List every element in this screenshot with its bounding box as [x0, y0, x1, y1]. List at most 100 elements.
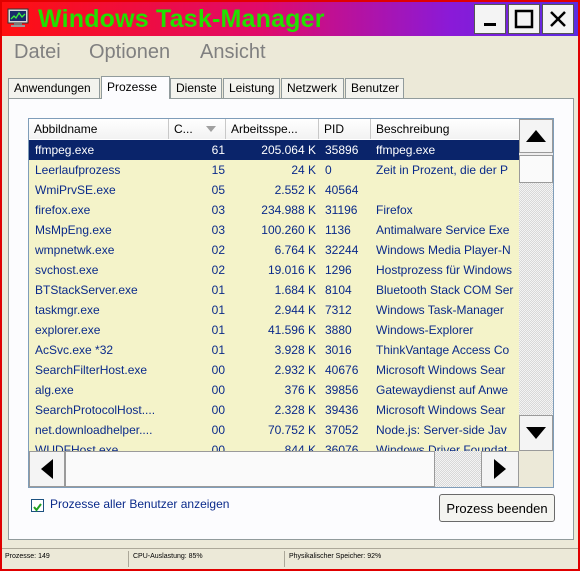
- process-row[interactable]: SearchFilterHost.exe 00 2.932 K 40676 Micros…: [29, 360, 519, 380]
- vertical-scrollbar[interactable]: [519, 119, 553, 451]
- process-pid: 3880: [325, 323, 352, 337]
- process-row[interactable]: BTStackServer.exe 01 1.684 K 8104 Bluetooth …: [29, 280, 519, 300]
- process-cpu: 03: [211, 223, 225, 237]
- process-cpu: 02: [211, 243, 225, 257]
- process-row[interactable]: ffmpeg.exe 61 205.064 K 35896 ffmpeg.exe: [29, 140, 519, 160]
- status-process-count: Prozesse: 149: [5, 553, 50, 560]
- process-name: Leerlaufprozess: [35, 163, 121, 177]
- process-memory: 2.932 K: [274, 363, 316, 377]
- menu-datei[interactable]: Datei: [14, 41, 61, 64]
- show-all-users-checkbox[interactable]: [31, 499, 44, 512]
- horizontal-scroll-track[interactable]: [435, 451, 481, 487]
- checkmark-icon: [33, 503, 42, 512]
- process-memory: 1.684 K: [274, 283, 316, 297]
- column-header-image-name[interactable]: Abbildname: [29, 119, 169, 139]
- process-cpu: 03: [211, 203, 225, 217]
- menu-optionen[interactable]: Optionen: [89, 41, 170, 64]
- process-cpu: 02: [211, 263, 225, 277]
- process-row[interactable]: svchost.exe 02 19.016 K 1296 Hostprozess für…: [29, 260, 519, 280]
- process-memory: 844 K: [284, 443, 316, 451]
- process-name: net.downloadhelper....: [35, 423, 153, 437]
- maximize-button[interactable]: [508, 4, 540, 34]
- process-row[interactable]: wmpnetwk.exe 02 6.764 K 32244 Windows Media …: [29, 240, 519, 260]
- title-bar[interactable]: Windows Task-Manager: [2, 2, 578, 36]
- minimize-button[interactable]: [474, 4, 506, 34]
- process-memory: 6.764 K: [274, 243, 316, 257]
- scroll-right-button[interactable]: [481, 451, 519, 487]
- vertical-scroll-track[interactable]: [519, 183, 553, 415]
- column-header-description[interactable]: Beschreibung: [371, 119, 519, 139]
- process-pid: 1136: [325, 223, 351, 237]
- process-memory: 19.016 K: [267, 263, 316, 277]
- vertical-scroll-thumb[interactable]: [519, 155, 553, 183]
- menu-ansicht[interactable]: Ansicht: [200, 41, 266, 64]
- process-row[interactable]: WmiPrvSE.exe 05 2.552 K 40564: [29, 180, 519, 200]
- process-cpu: 00: [211, 423, 225, 437]
- process-row[interactable]: SearchProtocolHost.... 00 2.328 K 39436 Micr…: [29, 400, 519, 420]
- process-pid: 36076: [325, 443, 359, 451]
- process-row[interactable]: MsMpEng.exe 03 100.260 K 1136 Antimalware Se…: [29, 220, 519, 240]
- close-button[interactable]: [542, 4, 574, 34]
- close-icon: [550, 11, 566, 27]
- scroll-left-button[interactable]: [29, 451, 65, 487]
- process-memory: 205.064 K: [261, 143, 316, 157]
- show-all-users-label[interactable]: Prozesse aller Benutzer anzeigen: [50, 497, 229, 511]
- tab-netzwerk[interactable]: Netzwerk: [281, 78, 344, 98]
- tab-prozesse[interactable]: Prozesse: [101, 76, 170, 99]
- status-bar: Prozesse: 149 CPU-Auslastung: 85% Physik…: [2, 548, 578, 569]
- process-row[interactable]: WUDFHost.exe 00 844 K 36076 Windows Driver F…: [29, 440, 519, 451]
- column-header-cpu[interactable]: C...: [169, 119, 226, 139]
- process-description: Windows Task-Manager: [376, 303, 504, 317]
- end-process-button[interactable]: Prozess beenden: [439, 494, 555, 522]
- tab-dienste[interactable]: Dienste: [170, 78, 222, 98]
- process-memory: 2.552 K: [274, 183, 316, 197]
- horizontal-scroll-thumb[interactable]: [65, 451, 435, 487]
- column-header-memory[interactable]: Arbeitsspe...: [226, 119, 319, 139]
- column-header-pid[interactable]: PID: [319, 119, 371, 139]
- process-name: WmiPrvSE.exe: [35, 183, 116, 197]
- status-divider: [284, 551, 285, 567]
- process-description: Hostprozess für Windows: [376, 263, 513, 277]
- arrow-left-icon: [41, 459, 53, 479]
- process-row[interactable]: Leerlaufprozess 15 24 K 0 Zeit in Prozent, d…: [29, 160, 519, 180]
- scroll-up-button[interactable]: [519, 119, 553, 153]
- process-memory: 24 K: [291, 163, 316, 177]
- tab-anwendungen[interactable]: Anwendungen: [8, 78, 100, 98]
- process-description: Bluetooth Stack COM Ser: [376, 283, 514, 297]
- process-description: Windows-Explorer: [376, 323, 474, 337]
- tab-leistung[interactable]: Leistung: [223, 78, 280, 98]
- process-description: Node.js: Server-side Jav: [376, 423, 507, 437]
- process-row[interactable]: firefox.exe 03 234.988 K 31196 Firefox: [29, 200, 519, 220]
- process-row[interactable]: taskmgr.exe 01 2.944 K 7312 Windows Task-Man…: [29, 300, 519, 320]
- process-description: Antimalware Service Exe: [376, 223, 510, 237]
- task-manager-window: Windows Task-Manager Datei Optionen Ansi…: [0, 0, 580, 571]
- process-row[interactable]: explorer.exe 01 41.596 K 3880 Windows-Explor…: [29, 320, 519, 340]
- process-name: alg.exe: [35, 383, 74, 397]
- process-description: Zeit in Prozent, die der P: [376, 163, 509, 177]
- process-pid: 31196: [325, 203, 358, 217]
- process-pid: 39436: [325, 403, 359, 417]
- process-row[interactable]: net.downloadhelper.... 00 70.752 K 37052 Nod…: [29, 420, 519, 440]
- process-name: svchost.exe: [35, 263, 99, 277]
- tab-benutzer[interactable]: Benutzer: [345, 78, 404, 98]
- process-cpu: 05: [211, 183, 225, 197]
- process-description: Microsoft Windows Sear: [376, 363, 506, 377]
- process-description: ffmpeg.exe: [376, 143, 436, 157]
- process-pid: 0: [325, 163, 332, 177]
- process-row[interactable]: AcSvc.exe *32 01 3.928 K 3016 ThinkVantage A…: [29, 340, 519, 360]
- process-description: ThinkVantage Access Co: [376, 343, 510, 357]
- process-memory: 376 K: [284, 383, 316, 397]
- status-cpu-usage: CPU-Auslastung: 85%: [133, 553, 203, 560]
- horizontal-scrollbar[interactable]: [29, 451, 519, 487]
- process-memory: 234.988 K: [261, 203, 316, 217]
- process-list[interactable]: Abbildname C... Arbeitsspe... PID Beschr…: [28, 118, 554, 488]
- process-name: WUDFHost.exe: [35, 443, 119, 451]
- maximize-icon: [514, 9, 534, 29]
- process-pid: 40564: [325, 183, 359, 197]
- sort-descending-icon: [206, 126, 216, 132]
- process-row[interactable]: alg.exe 00 376 K 39856 Gatewaydienst auf Anw…: [29, 380, 519, 400]
- arrow-right-icon: [494, 459, 506, 479]
- status-divider: [128, 551, 129, 567]
- process-cpu: 00: [211, 383, 225, 397]
- scroll-down-button[interactable]: [519, 415, 553, 451]
